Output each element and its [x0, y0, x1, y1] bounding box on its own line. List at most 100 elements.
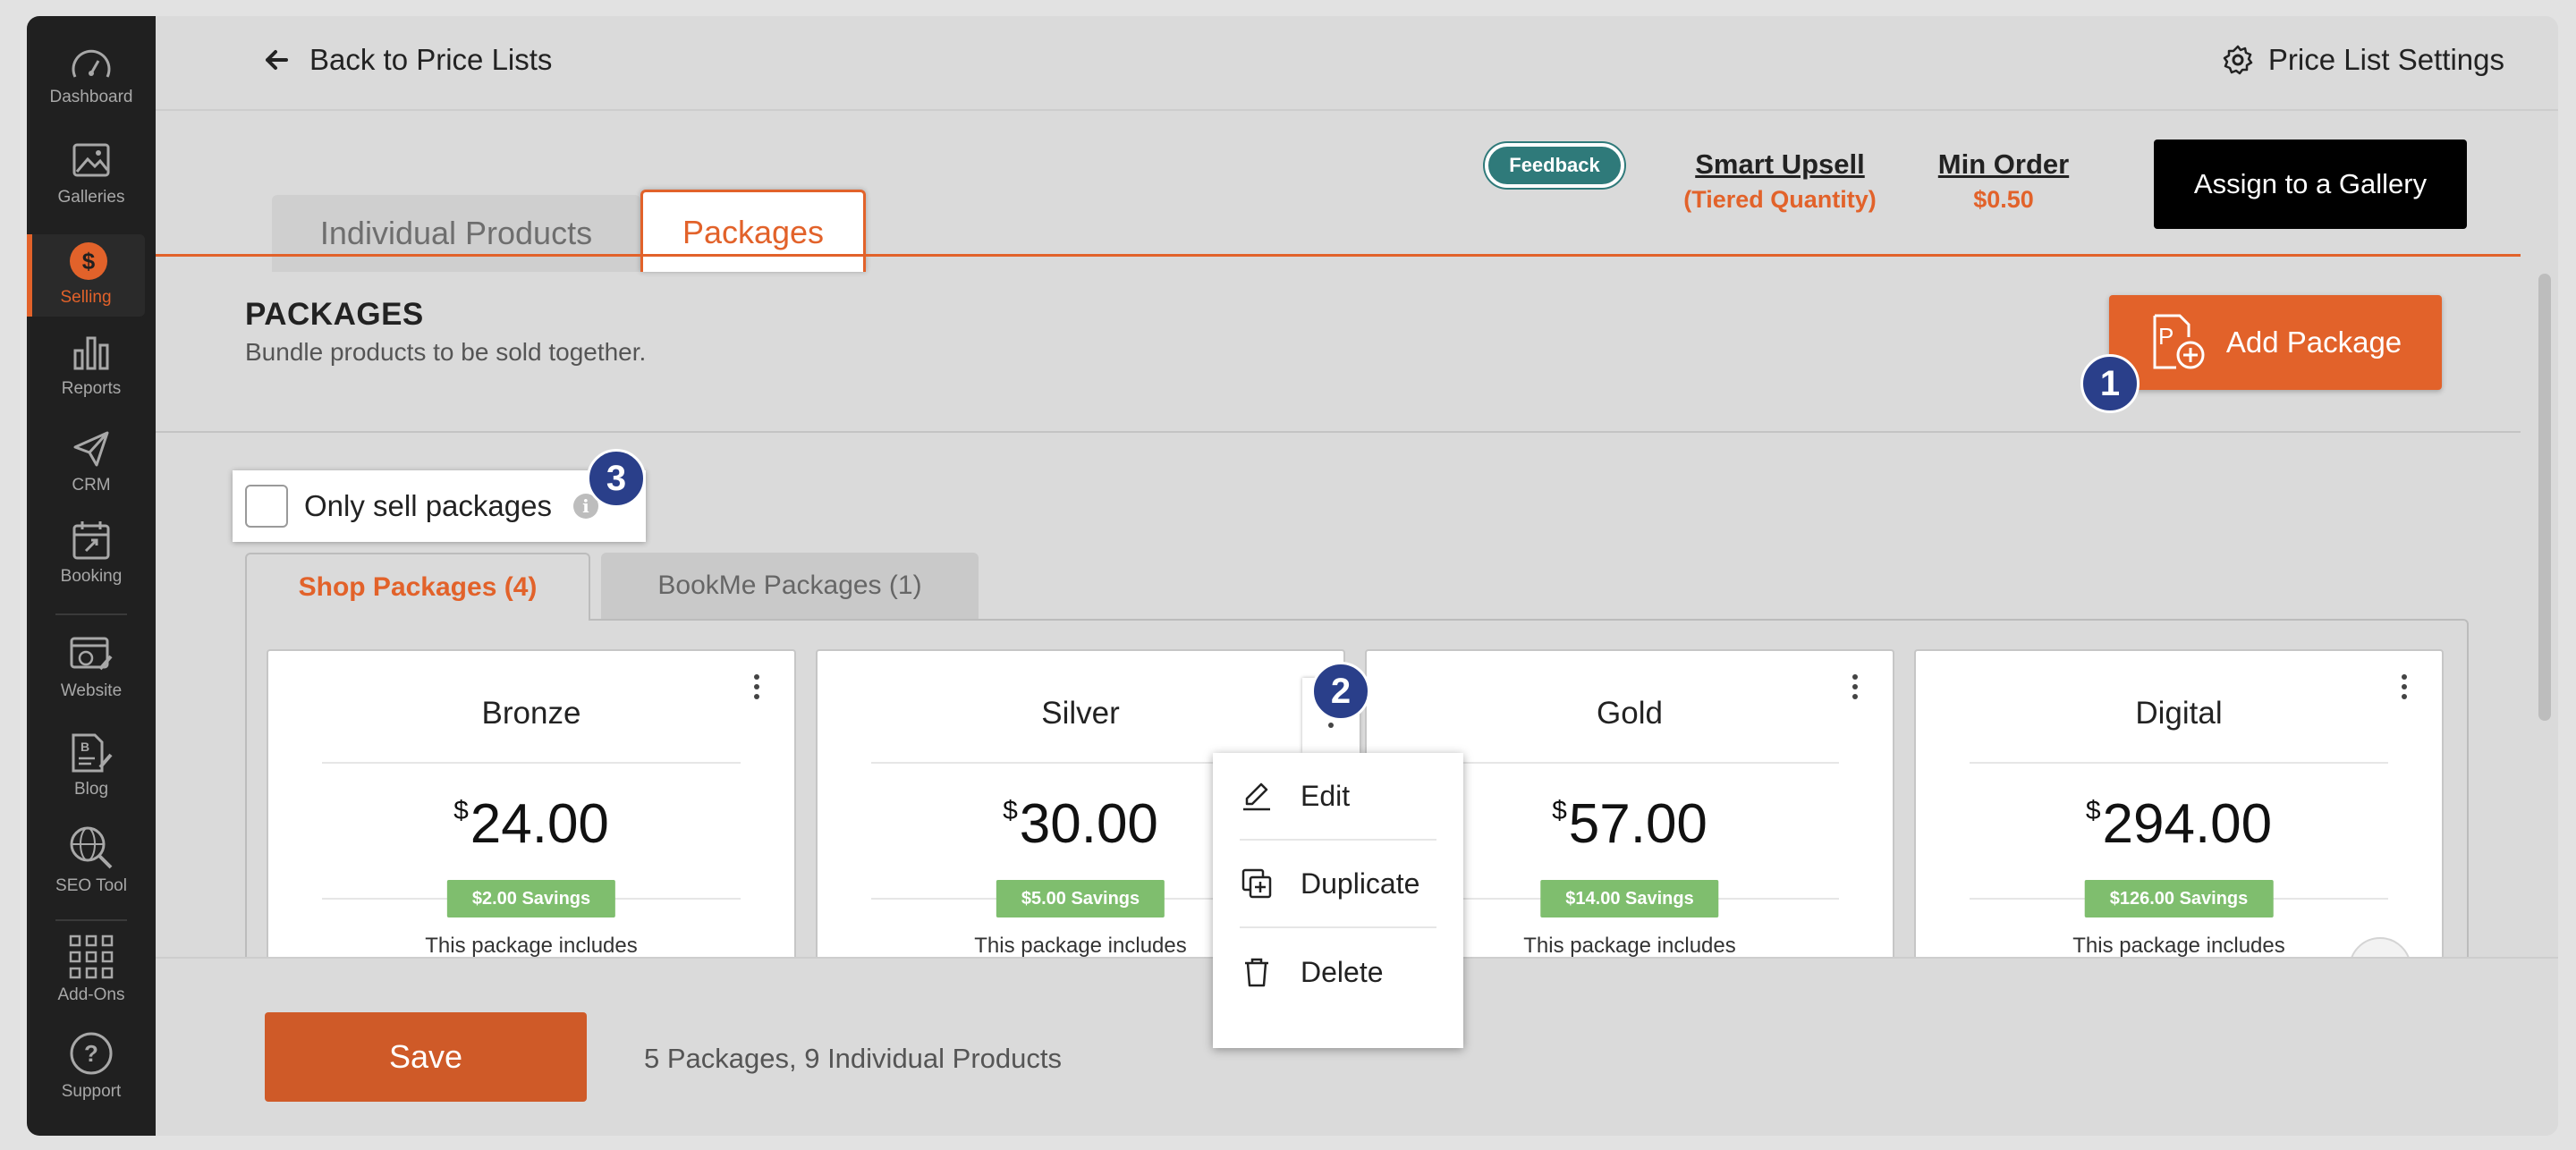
- svg-text:?: ?: [84, 1040, 98, 1067]
- package-name: Silver: [1041, 696, 1120, 731]
- sidebar-item-label: Dashboard: [49, 88, 133, 106]
- package-name: Bronze: [481, 696, 581, 731]
- tab-individual-products[interactable]: Individual Products: [272, 195, 640, 272]
- duplicate-icon: [1241, 868, 1272, 899]
- package-name: Gold: [1597, 696, 1663, 731]
- savings-badge: $2.00 Savings: [446, 880, 616, 917]
- divider: [322, 762, 741, 764]
- settings-label: Price List Settings: [2267, 43, 2504, 76]
- sidebar-item-blog[interactable]: B Blog: [27, 731, 156, 799]
- sidebar-item-reports[interactable]: Reports: [27, 331, 156, 399]
- tab-bookme-packages[interactable]: BookMe Packages (1): [601, 553, 979, 619]
- sidebar-item-label: Booking: [60, 567, 123, 586]
- back-label: Back to Price Lists: [309, 43, 553, 76]
- scrollbar[interactable]: [2538, 274, 2551, 721]
- sidebar-item-crm[interactable]: CRM: [27, 427, 156, 495]
- question-icon: ?: [70, 1032, 113, 1075]
- min-order-link[interactable]: Min Order $0.50: [1914, 148, 2093, 214]
- step-badge-2: 2: [1311, 662, 1370, 721]
- sidebar-item-label: Selling: [60, 288, 112, 307]
- add-package-icon: P: [2153, 314, 2205, 369]
- section-divider: [156, 431, 2521, 433]
- sidebar-item-label: SEO Tool: [55, 876, 127, 895]
- add-package-button[interactable]: P Add Package: [2109, 295, 2442, 390]
- section-title: PACKAGES: [245, 297, 424, 332]
- sidebar: Dashboard Galleries $ Selling Reports CR…: [27, 16, 156, 1136]
- svg-text:B: B: [80, 740, 89, 754]
- dollar-icon: $: [70, 242, 107, 280]
- add-package-label: Add Package: [2225, 326, 2402, 359]
- sidebar-item-label: Support: [61, 1082, 122, 1101]
- sidebar-item-dashboard[interactable]: Dashboard: [27, 47, 156, 107]
- currency-symbol: $: [1003, 796, 1018, 825]
- menu-item-edit[interactable]: Edit: [1240, 753, 1436, 841]
- sidebar-item-add-ons[interactable]: Add-Ons: [27, 934, 156, 1005]
- arrow-left-icon: [266, 50, 288, 70]
- smart-upsell-subtitle: (Tiered Quantity): [1683, 186, 1877, 213]
- summary-text: 5 Packages, 9 Individual Products: [644, 1043, 1062, 1074]
- pencil-icon: [1243, 782, 1270, 811]
- save-button[interactable]: Save: [265, 1012, 587, 1102]
- currency-symbol: $: [453, 796, 469, 825]
- price-value: 294.00: [2102, 793, 2273, 855]
- blog-icon: B: [72, 733, 113, 773]
- sidebar-item-website[interactable]: Website: [27, 633, 156, 701]
- price-list-settings-link[interactable]: Price List Settings: [2222, 43, 2504, 77]
- package-price: $24.00: [268, 792, 794, 856]
- savings-badge: $5.00 Savings: [996, 880, 1165, 917]
- website-icon: [70, 637, 113, 671]
- min-order-value: $0.50: [1973, 186, 2034, 213]
- sidebar-item-selling[interactable]: $ Selling: [27, 234, 145, 317]
- sidebar-item-label: Add-Ons: [57, 985, 125, 1004]
- svg-text:$: $: [82, 248, 96, 275]
- sidebar-item-seo-tool[interactable]: SEO Tool: [27, 824, 156, 896]
- tab-packages[interactable]: Packages: [640, 190, 866, 272]
- step-badge-1: 1: [2080, 354, 2140, 413]
- bar-chart-icon: [73, 336, 109, 370]
- currency-symbol: $: [2085, 796, 2101, 825]
- sidebar-item-galleries[interactable]: Galleries: [27, 140, 156, 207]
- only-sell-packages-toggle[interactable]: Only sell packages i: [233, 470, 646, 542]
- package-price: $294.00: [1916, 792, 2442, 856]
- divider: [1970, 762, 2388, 764]
- savings-badge: $126.00 Savings: [2084, 880, 2274, 917]
- sidebar-item-booking[interactable]: Booking: [27, 519, 156, 587]
- gauge-icon: [72, 49, 111, 78]
- sidebar-item-label: Blog: [73, 780, 109, 799]
- sidebar-item-support[interactable]: ? Support: [27, 1030, 156, 1102]
- paper-plane-icon: [73, 431, 109, 467]
- calendar-icon: [72, 521, 110, 560]
- sidebar-divider: [55, 919, 127, 921]
- step-badge-3: 3: [587, 449, 646, 508]
- only-sell-packages-checkbox[interactable]: [245, 485, 288, 528]
- sidebar-item-label: Galleries: [57, 188, 125, 207]
- feedback-button[interactable]: Feedback: [1485, 143, 1624, 188]
- svg-text:P: P: [2158, 323, 2174, 350]
- sidebar-item-label: CRM: [72, 476, 111, 495]
- smart-upsell-title: Smart Upsell: [1695, 148, 1865, 180]
- globe-search-icon: [70, 826, 113, 869]
- tabs-underline: [156, 254, 2521, 257]
- menu-item-label: Delete: [1301, 955, 1384, 988]
- section-subtitle: Bundle products to be sold together.: [245, 338, 647, 366]
- top-bar: Back to Price Lists Price List Settings: [156, 16, 2558, 111]
- trash-icon: [1245, 958, 1268, 987]
- only-sell-packages-label: Only sell packages: [304, 489, 552, 522]
- package-name: Digital: [2135, 696, 2223, 731]
- assign-to-gallery-button[interactable]: Assign to a Gallery: [2154, 140, 2467, 229]
- menu-item-delete[interactable]: Delete: [1240, 928, 1436, 1016]
- sidebar-item-label: Website: [60, 681, 123, 700]
- sidebar-item-label: Reports: [61, 379, 122, 398]
- smart-upsell-link[interactable]: Smart Upsell (Tiered Quantity): [1646, 148, 1914, 214]
- gear-icon: [2223, 45, 2253, 75]
- price-value: 24.00: [470, 793, 609, 855]
- price-value: 30.00: [1019, 793, 1158, 855]
- back-to-price-lists-link[interactable]: Back to Price Lists: [263, 43, 552, 77]
- menu-item-duplicate[interactable]: Duplicate: [1240, 841, 1436, 928]
- package-options-menu: Edit Duplicate Delete: [1213, 753, 1463, 1048]
- tab-shop-packages[interactable]: Shop Packages (4): [245, 553, 590, 621]
- package-description: This package includes: [425, 934, 638, 958]
- currency-symbol: $: [1552, 796, 1567, 825]
- image-icon: [72, 143, 110, 177]
- menu-item-label: Edit: [1301, 779, 1351, 812]
